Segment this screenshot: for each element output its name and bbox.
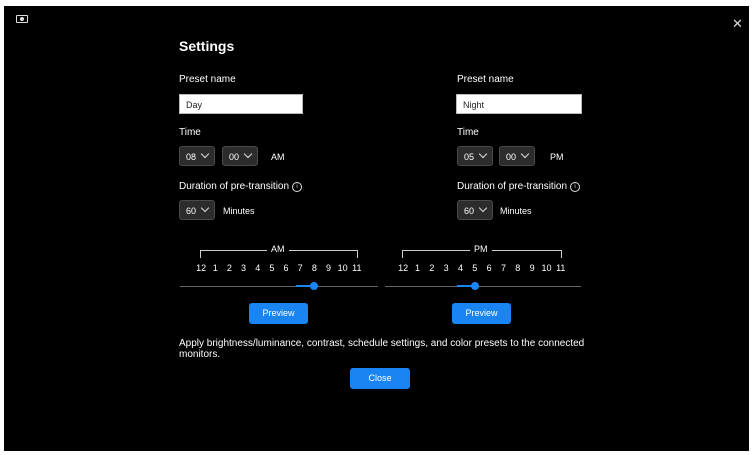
monitor-settings-icon <box>16 15 28 23</box>
night-minute-value: 00 <box>506 152 517 162</box>
hour-tick-label: 6 <box>283 263 289 273</box>
hour-tick-label: 8 <box>311 263 317 273</box>
day-minute-value: 00 <box>229 152 240 162</box>
hour-tick-label: 11 <box>556 263 566 273</box>
hour-tick-label: 11 <box>352 263 362 273</box>
night-hour-value: 05 <box>464 152 475 162</box>
day-preset-name-label: Preset name <box>179 74 236 85</box>
night-duration-label: Duration of pre-transition <box>457 181 568 192</box>
hour-tick-label: 6 <box>486 263 492 273</box>
hour-tick-label: 1 <box>212 263 218 273</box>
day-duration-value: 60 <box>186 206 197 216</box>
night-slider-thumb[interactable] <box>470 282 479 290</box>
hour-tick-label: 10 <box>337 263 348 273</box>
chevron-down-icon <box>478 203 488 213</box>
settings-window: ✕ Settings Preset name Day Time 08 00 AM… <box>4 6 749 451</box>
day-slider-track[interactable] <box>180 286 378 287</box>
night-duration-value: 60 <box>464 206 475 216</box>
hour-tick-label: 9 <box>529 263 535 273</box>
night-period-label: PM <box>550 152 564 162</box>
day-hour-value: 08 <box>186 152 197 162</box>
night-minute-select[interactable]: 00 <box>499 146 535 166</box>
night-hour-ticks: 12 1 2 3 4 5 6 7 8 9 10 11 <box>396 263 568 273</box>
day-hour-select[interactable]: 08 <box>179 146 215 166</box>
day-preview-button[interactable]: Preview <box>249 303 308 324</box>
hour-tick-label: 1 <box>414 263 420 273</box>
hour-tick-label: 3 <box>443 263 449 273</box>
hour-tick-label: 7 <box>297 263 303 273</box>
hour-tick-label: 4 <box>255 263 261 273</box>
chevron-down-icon <box>243 149 253 159</box>
hour-tick-label: 2 <box>226 263 232 273</box>
chevron-down-icon <box>200 149 210 159</box>
page-title: Settings <box>179 38 235 54</box>
night-timeline-label: PM <box>470 244 492 254</box>
night-preset-name-input[interactable]: Night <box>456 94 582 114</box>
hour-tick-label: 8 <box>515 263 521 273</box>
night-hour-select[interactable]: 05 <box>457 146 493 166</box>
night-time-label: Time <box>457 127 479 138</box>
day-minute-select[interactable]: 00 <box>222 146 258 166</box>
day-duration-label: Duration of pre-transition <box>179 181 290 192</box>
day-timeline-label: AM <box>267 244 289 254</box>
close-window-icon[interactable]: ✕ <box>732 16 743 32</box>
day-duration-unit: Minutes <box>223 206 255 216</box>
hour-tick-label: 5 <box>472 263 478 273</box>
chevron-down-icon <box>478 149 488 159</box>
hour-tick-label: 2 <box>429 263 435 273</box>
info-icon[interactable]: i <box>570 182 580 192</box>
day-duration-select[interactable]: 60 <box>179 200 215 220</box>
hour-tick-label: 12 <box>398 263 409 273</box>
night-preset-name-label: Preset name <box>457 74 514 85</box>
day-slider-thumb[interactable] <box>310 282 319 290</box>
night-duration-unit: Minutes <box>500 206 532 216</box>
hour-tick-label: 12 <box>196 263 207 273</box>
chevron-down-icon <box>200 203 210 213</box>
hour-tick-label: 7 <box>500 263 506 273</box>
day-time-label: Time <box>179 127 201 138</box>
night-slider-track[interactable] <box>385 286 581 287</box>
night-duration-select[interactable]: 60 <box>457 200 493 220</box>
day-hour-ticks: 12 1 2 3 4 5 6 7 8 9 10 11 <box>194 263 364 273</box>
close-button[interactable]: Close <box>350 368 410 389</box>
hour-tick-label: 5 <box>269 263 275 273</box>
hour-tick-label: 9 <box>325 263 331 273</box>
info-icon[interactable]: i <box>292 182 302 192</box>
footer-description: Apply brightness/luminance, contrast, sc… <box>179 338 585 360</box>
hour-tick-label: 3 <box>241 263 247 273</box>
night-preview-button[interactable]: Preview <box>452 303 511 324</box>
hour-tick-label: 10 <box>541 263 552 273</box>
day-preset-name-input[interactable]: Day <box>179 94 303 114</box>
hour-tick-label: 4 <box>457 263 463 273</box>
day-period-label: AM <box>271 152 285 162</box>
chevron-down-icon <box>520 149 530 159</box>
